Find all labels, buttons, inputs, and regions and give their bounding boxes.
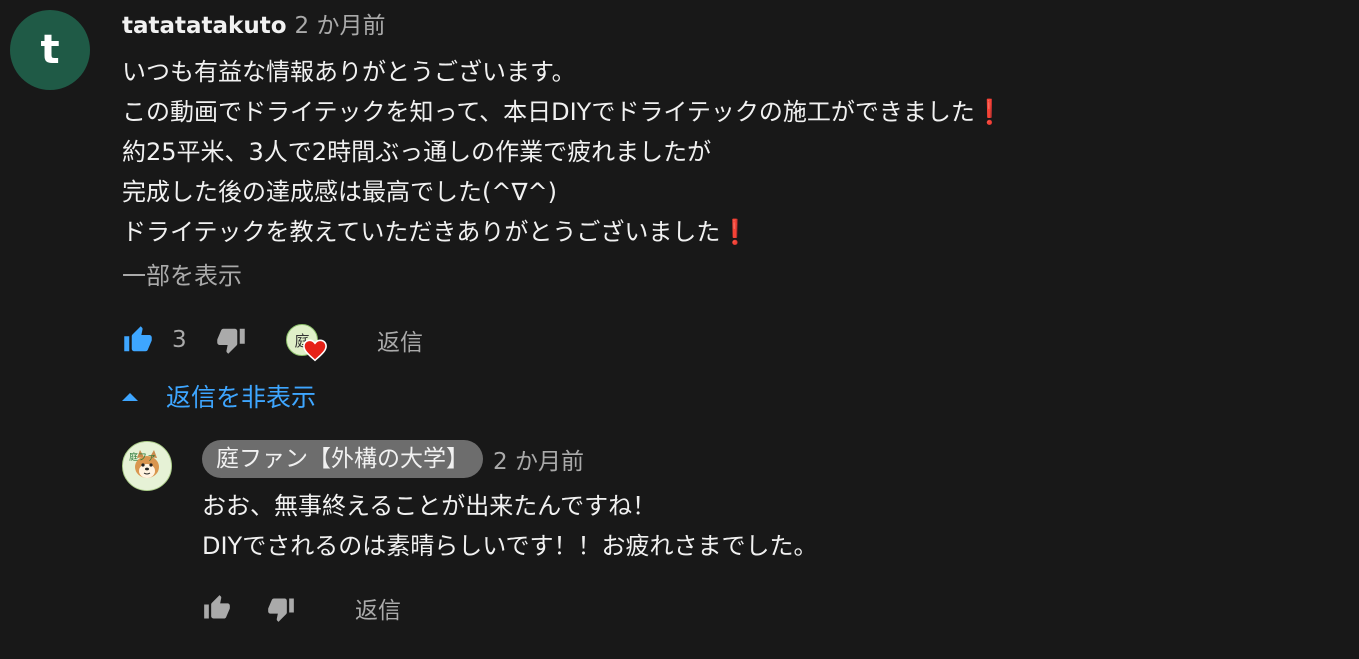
- like-icon[interactable]: [122, 325, 154, 355]
- reply-avatar[interactable]: 庭ファ: [122, 441, 172, 491]
- reply-reply-wrap: 返信: [355, 590, 401, 626]
- show-less-button[interactable]: 一部を表示: [122, 256, 242, 296]
- dislike-icon[interactable]: [216, 325, 246, 355]
- reply-line: DIYでされるのは素晴らしいです！！お疲れさまでした。: [202, 532, 818, 560]
- reply-author-badge[interactable]: 庭ファン【外構の大学】: [202, 440, 483, 478]
- reply-like-wrap: [202, 592, 232, 624]
- reply-button[interactable]: 返信: [355, 591, 401, 625]
- reply-button-wrap: 返信: [377, 322, 423, 358]
- reply-dislike-wrap: [266, 593, 296, 625]
- dislike-wrap: [216, 324, 246, 356]
- comment-line: 約25平米、3人で2時間ぶっ通しの作業で疲れましたが: [122, 138, 712, 166]
- heart-icon: [302, 338, 328, 366]
- comment-line: ドライテックを教えていただきありがとうございました❗: [122, 212, 1005, 252]
- reply-button[interactable]: 返信: [377, 323, 423, 357]
- comment-text: いつも有益な情報ありがとうございます。 この動画でドライテックを知って、本日DI…: [122, 52, 1005, 252]
- comment-author[interactable]: tatatatakuto: [122, 13, 287, 39]
- avatar-letter: t: [40, 27, 60, 73]
- comment-thread: t tatatatakuto 2 か月前 いつも有益な情報ありがとうございます。 …: [0, 0, 1359, 659]
- comment-line: 完成した後の達成感は最高でした(^∇^): [122, 178, 557, 206]
- reply-header: 庭ファン【外構の大学】 2 か月前: [202, 440, 584, 478]
- comment-line-text: ドライテックを教えていただきありがとうございました: [122, 218, 721, 246]
- creator-heart[interactable]: 庭: [286, 324, 330, 364]
- comment-actions: 3: [122, 322, 187, 358]
- like-icon[interactable]: [202, 594, 232, 622]
- comment-line: いつも有益な情報ありがとうございます。: [122, 58, 576, 86]
- exclamation-emoji: ❗: [974, 98, 1005, 126]
- comment-line-text: この動画でドライテックを知って、本日DIYでドライテックの施工ができました: [122, 98, 975, 126]
- comment-line: この動画でドライテックを知って、本日DIYでドライテックの施工ができました❗: [122, 92, 1005, 132]
- commenter-avatar[interactable]: t: [10, 10, 90, 90]
- comment-time[interactable]: 2 か月前: [295, 13, 386, 39]
- comment-header: tatatatakuto 2 か月前: [122, 10, 385, 42]
- reply-line: おお、無事終えることが出来たんですね！: [202, 492, 657, 520]
- hide-replies-label: 返信を非表示: [166, 383, 317, 412]
- exclamation-emoji: ❗: [720, 218, 751, 246]
- like-count: 3: [172, 327, 187, 353]
- hide-replies-button[interactable]: 返信を非表示: [122, 378, 316, 414]
- chevron-up-icon: [122, 391, 138, 401]
- dislike-icon[interactable]: [266, 595, 296, 623]
- shiba-dog-icon: 庭ファ: [123, 442, 171, 490]
- reply-time[interactable]: 2 か月前: [493, 442, 584, 476]
- avatar-badge-text: 庭ファ: [129, 451, 156, 463]
- reply-text: おお、無事終えることが出来たんですね！ DIYでされるのは素晴らしいです！！お疲…: [202, 486, 818, 566]
